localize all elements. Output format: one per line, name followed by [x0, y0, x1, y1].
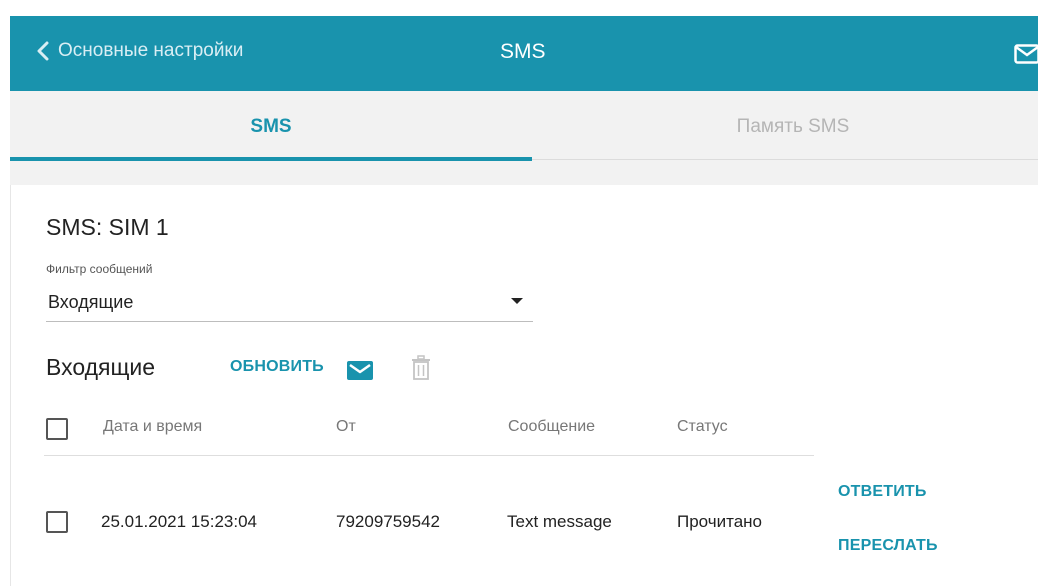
- header-divider: [44, 455, 814, 456]
- back-link-label: Основные настройки: [58, 40, 244, 61]
- row-status: Прочитано: [677, 512, 762, 531]
- new-message-icon[interactable]: [347, 361, 373, 380]
- row-message: Text message: [507, 512, 612, 531]
- section-title: SMS: SIM 1: [46, 214, 169, 240]
- top-bar: Основные настройки SMS: [10, 16, 1038, 91]
- row-from: 79209759542: [336, 512, 441, 531]
- back-link[interactable]: Основные настройки: [36, 40, 243, 62]
- delete-icon[interactable]: [411, 355, 431, 381]
- caret-down-icon: [511, 298, 523, 304]
- left-edge: [0, 0, 10, 586]
- page-title: SMS: [500, 40, 546, 63]
- column-header-status: Статус: [677, 418, 728, 435]
- column-header-date: Дата и время: [103, 418, 203, 435]
- row-date: 25.01.2021 15:23:04: [101, 512, 257, 531]
- forward-button[interactable]: ПЕРЕСЛАТЬ: [838, 537, 938, 555]
- column-header-message: Сообщение: [508, 418, 596, 435]
- tab-bar: SMS Память SMS: [10, 91, 1038, 163]
- mail-icon[interactable]: [1014, 44, 1038, 64]
- filter-label: Фильтр сообщений: [46, 262, 153, 276]
- filter-selected-value: Входящие: [48, 292, 134, 312]
- select-all-checkbox[interactable]: [46, 418, 68, 440]
- message-filter-select[interactable]: Входящие: [46, 282, 533, 322]
- inbox-title: Входящие: [46, 354, 156, 380]
- page: Основные настройки SMS SMS Память SMS SM…: [0, 0, 1038, 586]
- section-gap: [10, 163, 1038, 185]
- refresh-button[interactable]: ОБНОВИТЬ: [230, 358, 324, 376]
- tab-divider: [532, 159, 1038, 160]
- tab-sms[interactable]: SMS: [10, 91, 532, 163]
- reply-button[interactable]: ОТВЕТИТЬ: [838, 483, 927, 501]
- tab-sms-memory[interactable]: Память SMS: [532, 91, 1038, 163]
- column-header-from: От: [336, 418, 356, 435]
- active-tab-indicator: [10, 157, 532, 161]
- chevron-left-icon: [37, 41, 49, 61]
- row-checkbox[interactable]: [46, 511, 68, 533]
